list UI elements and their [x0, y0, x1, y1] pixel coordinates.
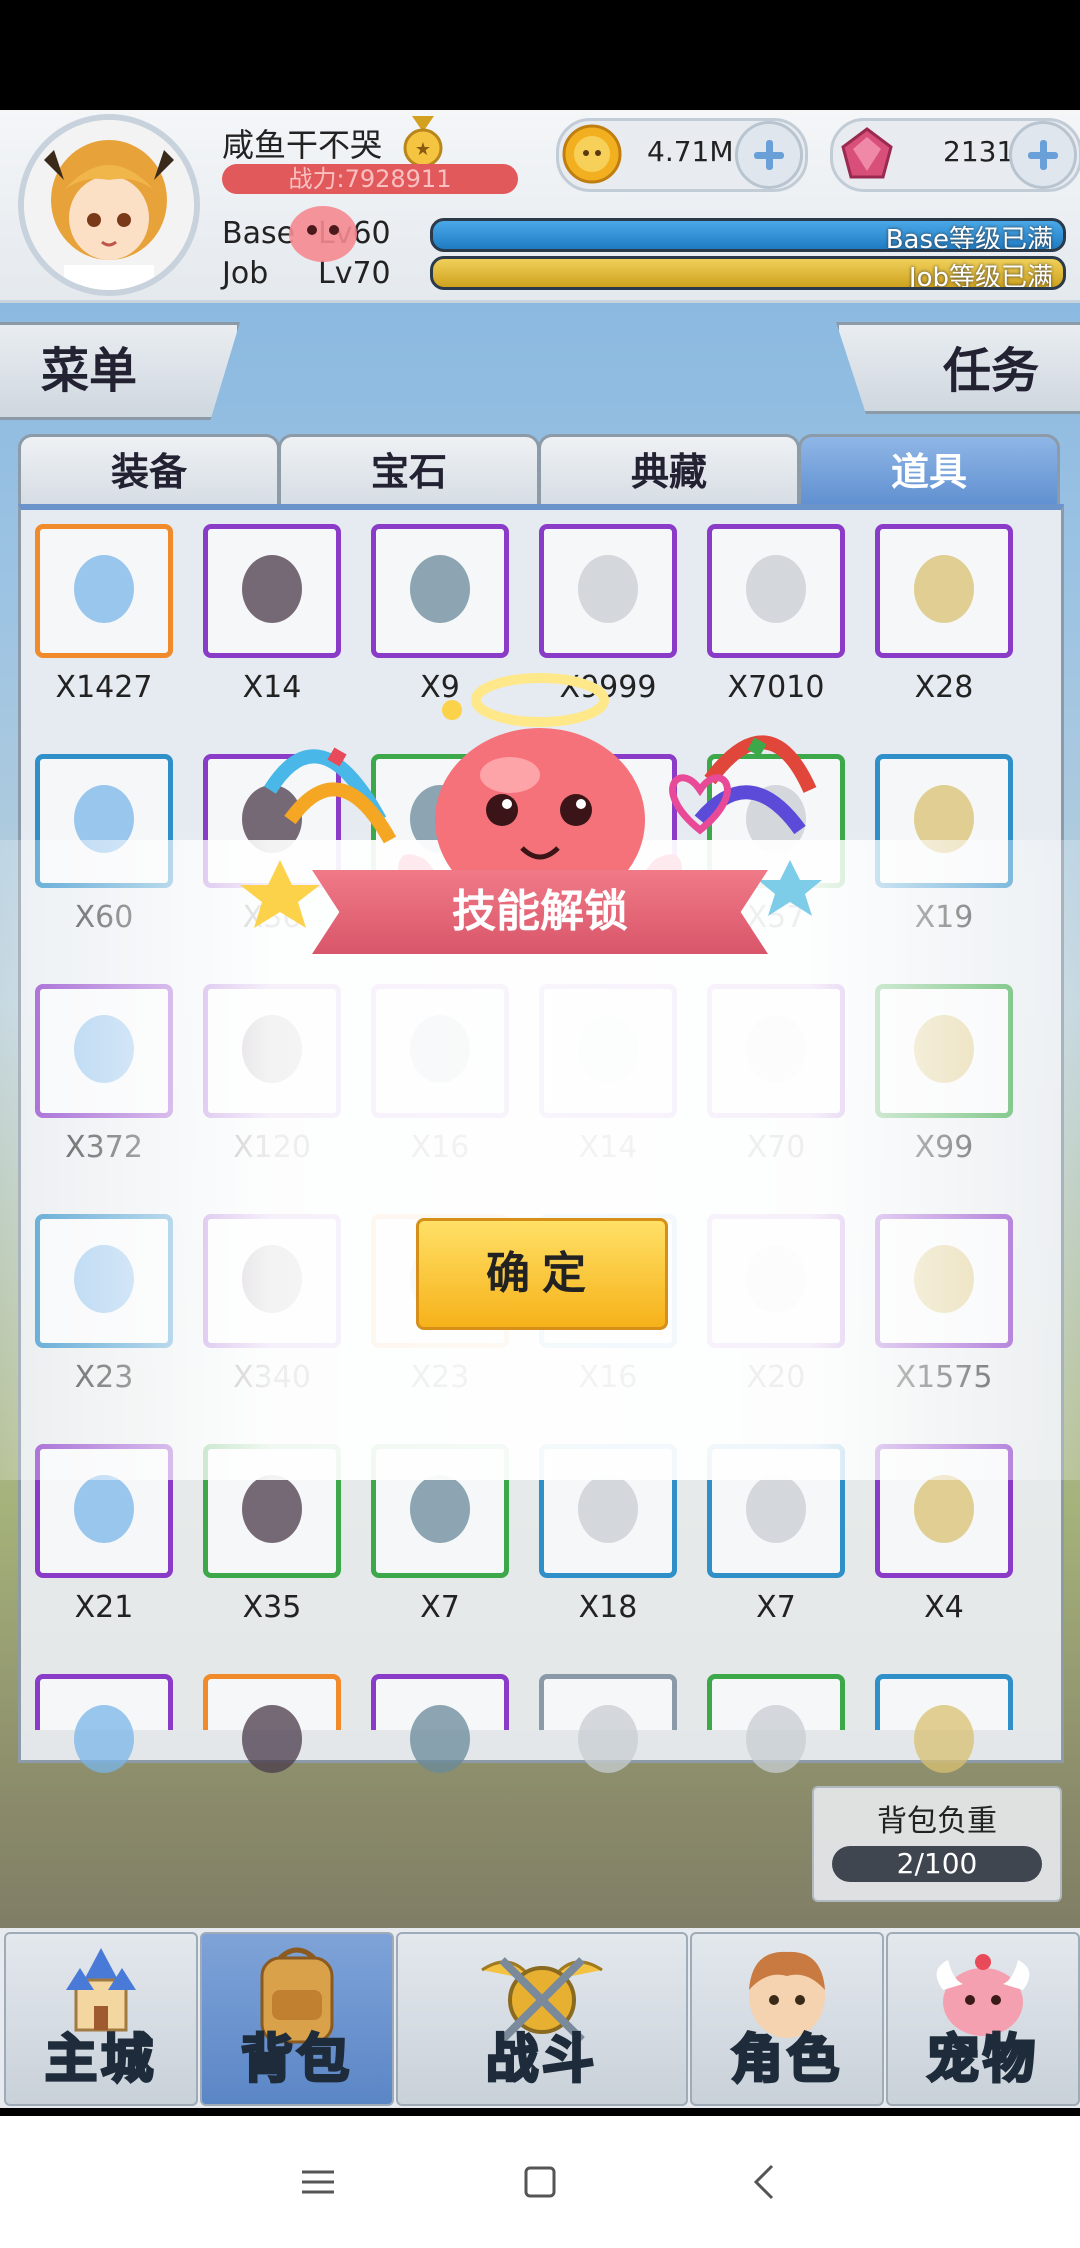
item-icon — [578, 555, 638, 623]
bag-weight-value: 2/100 — [832, 1846, 1042, 1882]
inventory-slot[interactable] — [371, 1674, 509, 1773]
item-icon — [578, 1705, 638, 1773]
item-icon — [746, 1705, 806, 1773]
add-gem-button[interactable] — [1009, 121, 1077, 189]
system-nav-bar — [0, 2116, 1080, 2248]
gold-value: 4.71M — [647, 135, 734, 168]
item-icon — [914, 555, 974, 623]
item-icon — [74, 555, 134, 623]
popup-title: 技能解锁 — [452, 886, 628, 937]
inventory-slot[interactable] — [203, 524, 341, 658]
nav-backpack-label: 背包 — [239, 2029, 353, 2092]
inventory-slot[interactable] — [371, 524, 509, 658]
item-icon — [242, 1705, 302, 1773]
tab-collection[interactable]: 典藏 — [538, 434, 800, 507]
item-quantity: X4 — [924, 1590, 964, 1625]
item-icon — [410, 1705, 470, 1773]
item-quantity: X21 — [74, 1590, 134, 1625]
item-quantity: X35 — [242, 1590, 302, 1625]
item-quantity: X18 — [578, 1590, 638, 1625]
nav-battle-label: 战斗 — [484, 2029, 598, 2092]
medal-icon[interactable]: ★ — [400, 116, 446, 168]
bottom-nav: 主城 背包 战斗 角色 宠物 — [0, 1928, 1080, 2108]
inventory-slot[interactable] — [35, 524, 173, 658]
item-icon — [74, 1705, 134, 1773]
nav-pet-label: 宠物 — [925, 2029, 1039, 2092]
player-header: 咸鱼干不哭 ★ 战力:7928911 Base Lv60 Job Lv70 Ba… — [0, 110, 1080, 303]
item-quantity: X7 — [420, 1590, 460, 1625]
bag-weight-label: 背包负重 — [877, 1804, 997, 1839]
inventory-slot[interactable] — [203, 1674, 341, 1773]
item-quantity: X1427 — [55, 670, 153, 705]
inventory-slot[interactable] — [707, 1674, 845, 1773]
item-icon — [242, 555, 302, 623]
job-exp-bar: Job等级已满 — [430, 256, 1066, 290]
inventory-slot[interactable] — [875, 524, 1013, 658]
inventory-slot[interactable] — [539, 524, 677, 658]
nav-backpack[interactable]: 背包 — [200, 1932, 394, 2106]
item-icon — [914, 1705, 974, 1773]
task-button[interactable]: 任务 — [836, 322, 1080, 414]
inventory-slot[interactable] — [707, 524, 845, 658]
bag-weight-panel: 背包负重 2/100 — [812, 1786, 1062, 1902]
nav-battle[interactable]: 战斗 — [396, 1932, 688, 2106]
item-quantity: X7 — [756, 1590, 796, 1625]
job-label: Job — [222, 256, 269, 291]
power-badge: 战力:7928911 — [222, 164, 518, 194]
gem-value: 2131 — [943, 135, 1015, 168]
menu-button[interactable]: 菜单 — [0, 322, 240, 420]
confirm-button[interactable]: 确定 — [416, 1218, 668, 1330]
back-icon[interactable] — [736, 2152, 796, 2212]
menu-icon[interactable] — [288, 2152, 348, 2212]
job-exp-status: Job等级已满 — [908, 263, 1053, 290]
item-icon — [410, 555, 470, 623]
pet-mini-icon — [289, 206, 357, 262]
gem-icon — [841, 127, 893, 179]
player-avatar[interactable] — [18, 114, 200, 296]
inventory-slot[interactable] — [35, 1674, 173, 1773]
tab-gems[interactable]: 宝石 — [278, 434, 540, 507]
tab-equipment[interactable]: 装备 — [18, 434, 280, 507]
base-exp-status: Base等级已满 — [885, 225, 1053, 252]
home-icon[interactable] — [510, 2152, 570, 2212]
avatar-portrait-icon — [24, 120, 194, 290]
gold-counter: 4.71M — [556, 118, 808, 192]
gold-coin-icon — [562, 124, 622, 184]
player-name: 咸鱼干不哭 — [222, 126, 383, 164]
inventory-slot[interactable] — [875, 1674, 1013, 1773]
base-exp-bar: Base等级已满 — [430, 218, 1066, 252]
tab-items[interactable]: 道具 — [798, 434, 1060, 507]
nav-character-label: 角色 — [729, 2029, 843, 2092]
svg-text:★: ★ — [415, 139, 431, 160]
nav-character[interactable]: 角色 — [690, 1932, 884, 2106]
nav-main-city[interactable]: 主城 — [4, 1932, 198, 2106]
item-icon — [746, 555, 806, 623]
nav-pet[interactable]: 宠物 — [886, 1932, 1080, 2106]
status-bar — [0, 0, 1080, 110]
inventory-slot[interactable] — [539, 1674, 677, 1773]
item-quantity: X28 — [914, 670, 974, 705]
add-gold-button[interactable] — [735, 121, 803, 189]
game-screen: 咸鱼干不哭 ★ 战力:7928911 Base Lv60 Job Lv70 Ba… — [0, 110, 1080, 2108]
nav-main-city-label: 主城 — [43, 2029, 157, 2092]
gem-counter: 2131 — [830, 118, 1080, 192]
